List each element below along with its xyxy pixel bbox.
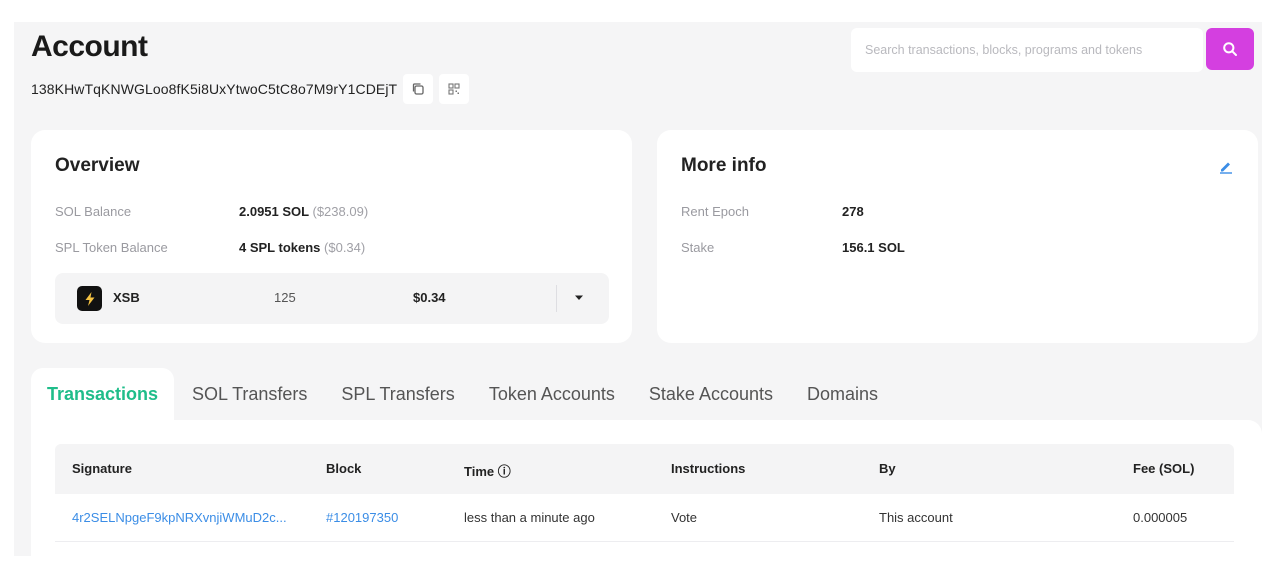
tab-spl-transfers[interactable]: SPL Transfers <box>325 368 470 420</box>
signature-link[interactable]: 4r2SELNpgeF9kpNRXvnjiWMuD2c... <box>72 510 287 525</box>
transactions-table: Signature Block Time ⓘ Instructions By F… <box>55 444 1234 542</box>
copy-address-button[interactable] <box>403 74 434 104</box>
time-cell: less than a minute ago <box>464 510 595 525</box>
spl-balance-label: SPL Token Balance <box>55 240 168 255</box>
address-row: 138KHwTqKNWGLoo8fK5i8UxYtwoC5tC8o7M9rY1C… <box>31 74 470 104</box>
token-row-xsb[interactable]: XSB 125 $0.34 <box>55 273 609 324</box>
sol-balance-value: 2.0951 SOL ($238.09) <box>239 204 368 219</box>
table-header: Signature Block Time ⓘ Instructions By F… <box>55 444 1234 494</box>
qr-code-button[interactable] <box>439 74 470 104</box>
by-cell: This account <box>879 510 953 525</box>
search-button[interactable] <box>1206 28 1254 70</box>
rent-epoch-value: 278 <box>842 204 864 219</box>
overview-card: Overview SOL Balance 2.0951 SOL ($238.09… <box>31 130 632 343</box>
spl-balance-amount: 4 SPL tokens <box>239 240 321 255</box>
column-header-block[interactable]: Block <box>326 461 361 476</box>
lightning-icon <box>85 291 94 306</box>
stake-label: Stake <box>681 240 715 255</box>
tab-bar: Transactions SOL Transfers SPL Transfers… <box>31 368 896 420</box>
tab-transactions[interactable]: Transactions <box>31 368 175 420</box>
transactions-panel: Signature Block Time ⓘ Instructions By F… <box>31 420 1262 556</box>
column-header-signature[interactable]: Signature <box>72 461 132 476</box>
sol-balance-usd: ($238.09) <box>312 204 369 219</box>
column-header-time[interactable]: Time ⓘ <box>464 461 511 480</box>
account-page: Account 138KHwTqKNWGLoo8fK5i8UxYtwoC5tC8… <box>14 22 1262 556</box>
rent-epoch-label: Rent Epoch <box>681 204 749 219</box>
table-row[interactable]: 4r2SELNpgeF9kpNRXvnjiWMuD2c... #12019735… <box>55 494 1234 542</box>
sol-balance-amount: 2.0951 SOL <box>239 204 309 219</box>
edit-pencil-icon[interactable] <box>1218 158 1234 174</box>
token-divider <box>556 285 557 312</box>
search-input[interactable] <box>851 28 1203 72</box>
fee-cell: 0.000005 <box>1133 510 1188 525</box>
tab-token-accounts[interactable]: Token Accounts <box>473 368 631 420</box>
token-amount: 125 <box>274 290 296 305</box>
instructions-cell: Vote <box>671 510 698 525</box>
spl-balance-value: 4 SPL tokens ($0.34) <box>239 240 365 255</box>
column-header-instructions[interactable]: Instructions <box>671 461 745 476</box>
sol-balance-label: SOL Balance <box>55 204 132 219</box>
tab-sol-transfers[interactable]: SOL Transfers <box>176 368 323 420</box>
search-icon <box>1223 42 1237 56</box>
token-logo <box>77 286 102 311</box>
caret-down-icon[interactable] <box>574 294 584 302</box>
token-value: $0.34 <box>413 290 446 305</box>
tab-stake-accounts[interactable]: Stake Accounts <box>633 368 789 420</box>
more-info-title: More info <box>681 155 767 176</box>
tab-domains[interactable]: Domains <box>791 368 894 420</box>
more-info-card: More info Rent Epoch 278 Stake 156.1 SOL <box>657 130 1258 343</box>
copy-icon <box>413 83 424 95</box>
block-link[interactable]: #120197350 <box>326 510 398 525</box>
spl-balance-usd: ($0.34) <box>324 240 366 255</box>
token-symbol: XSB <box>113 290 140 305</box>
column-header-fee[interactable]: Fee (SOL) <box>1133 461 1194 476</box>
account-address: 138KHwTqKNWGLoo8fK5i8UxYtwoC5tC8o7M9rY1C… <box>31 81 398 97</box>
stake-value: 156.1 SOL <box>842 240 905 255</box>
qr-code-icon <box>448 83 460 95</box>
page-title: Account <box>31 30 148 63</box>
overview-title: Overview <box>55 155 140 176</box>
column-header-by[interactable]: By <box>879 461 896 476</box>
